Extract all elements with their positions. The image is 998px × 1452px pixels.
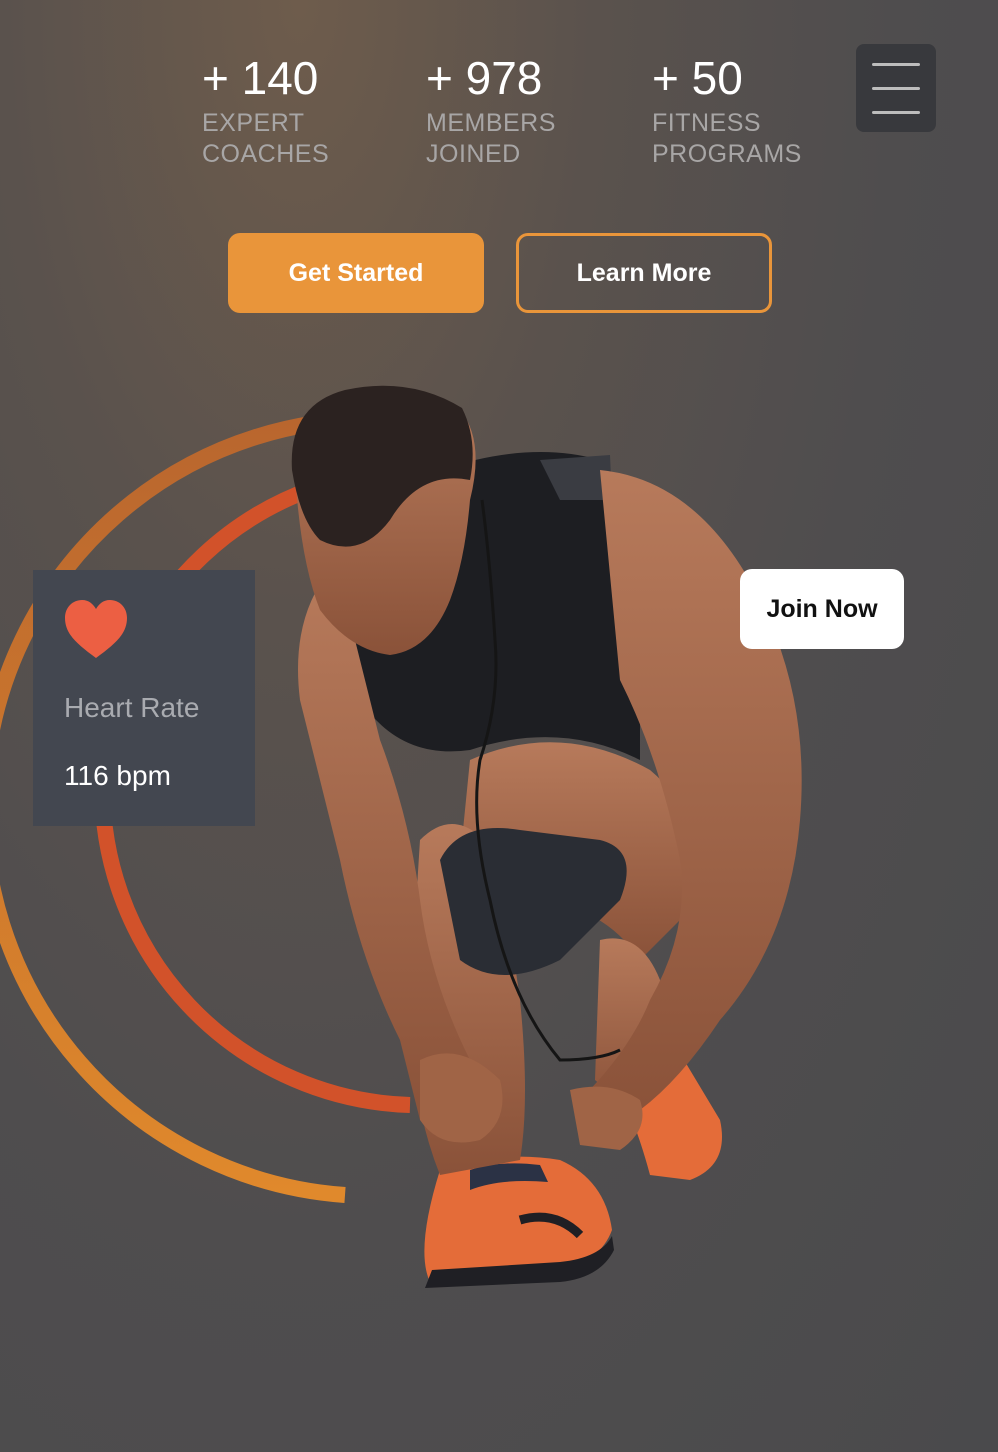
stat-value: + 978 — [426, 52, 543, 104]
athlete-illustration — [0, 385, 802, 1288]
stat-expert-coaches: + 140 EXPERT COACHES — [202, 52, 329, 170]
learn-more-button[interactable]: Learn More — [516, 233, 772, 313]
hamburger-menu-icon — [872, 87, 920, 90]
stat-label: FITNESS PROGRAMS — [652, 108, 802, 170]
stat-label: EXPERT COACHES — [202, 108, 329, 170]
hamburger-menu-button[interactable] — [856, 44, 936, 132]
stat-fitness-programs: + 50 FITNESS PROGRAMS — [652, 52, 802, 170]
heart-icon — [65, 600, 127, 658]
join-now-button[interactable]: Join Now — [740, 569, 904, 649]
hamburger-menu-icon — [872, 111, 920, 114]
stat-members-joined: + 978 MEMBERS JOINED — [426, 52, 556, 170]
stat-label-line: FITNESS — [652, 109, 762, 137]
stat-value: + 50 — [652, 52, 743, 104]
shorts — [440, 828, 627, 975]
stat-label-line: COACHES — [202, 140, 330, 168]
stat-label-line: JOINED — [426, 140, 521, 168]
heart-rate-card: Heart Rate 116 bpm — [33, 570, 255, 826]
get-started-button[interactable]: Get Started — [228, 233, 484, 313]
stats-row: + 140 EXPERT COACHES + 978 MEMBERS JOINE… — [0, 52, 998, 182]
hamburger-menu-icon — [872, 63, 920, 66]
heart-rate-value: 116 bpm — [64, 760, 171, 791]
stat-label-line: MEMBERS — [426, 109, 556, 137]
stat-label-line: PROGRAMS — [652, 140, 802, 168]
hero-illustration — [0, 360, 998, 1320]
stat-value: + 140 — [202, 52, 319, 104]
stat-label-line: EXPERT — [202, 109, 305, 137]
stat-label: MEMBERS JOINED — [426, 108, 556, 170]
heart-rate-label: Heart Rate — [64, 692, 200, 723]
